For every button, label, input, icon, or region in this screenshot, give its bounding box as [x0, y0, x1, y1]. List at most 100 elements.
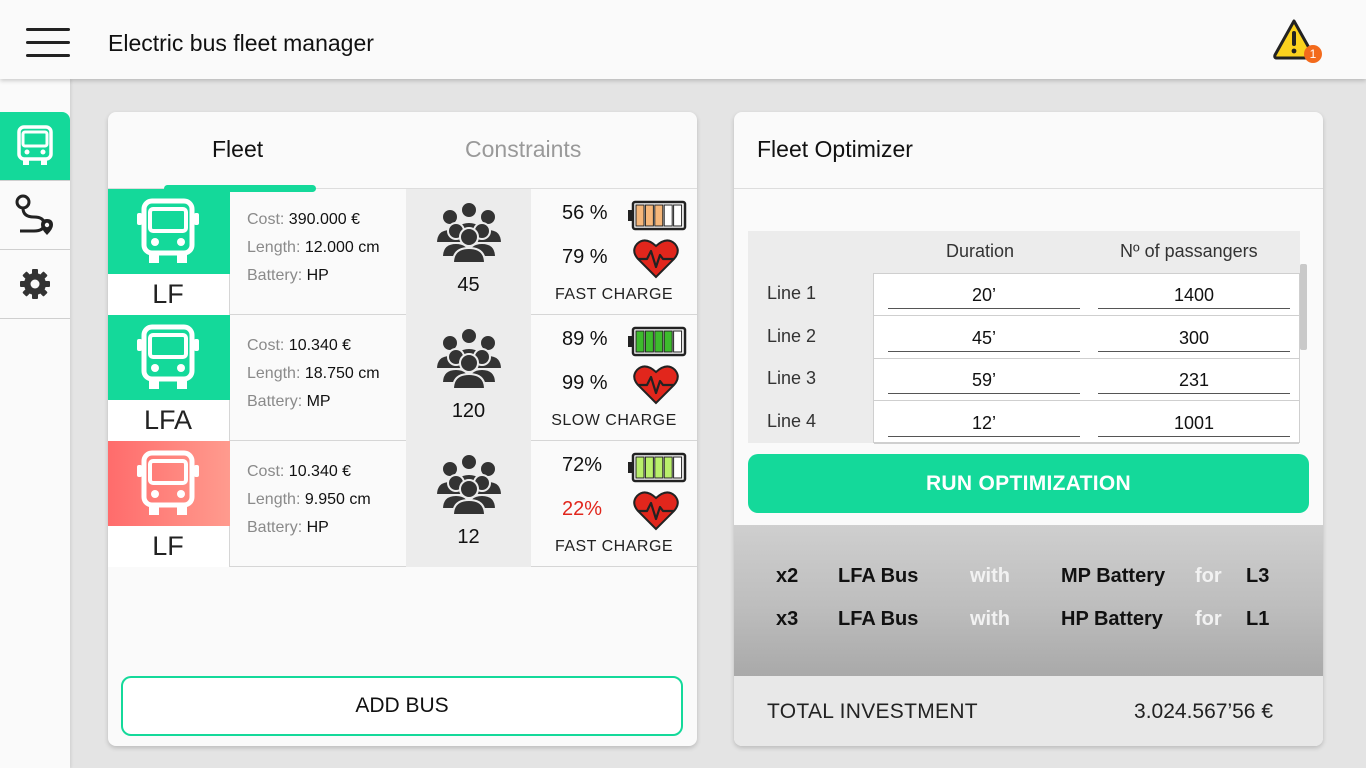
bus-status-tile — [108, 315, 230, 400]
line-label: Line 2 — [767, 325, 817, 346]
charge-type: FAST CHARGE — [554, 538, 674, 555]
gear-icon — [20, 269, 50, 299]
line-row — [874, 317, 1299, 359]
battery-health-percent: 99 % — [562, 372, 608, 394]
table-scrollbar[interactable] — [1300, 264, 1307, 350]
result-row: x2 LFA Bus with MP Battery for L3 — [734, 565, 1323, 595]
optimizer-title: Fleet Optimizer — [757, 136, 913, 162]
nav-item-routes[interactable] — [0, 181, 70, 250]
result-for: for — [1195, 565, 1222, 587]
bus-icon — [17, 125, 53, 165]
passenger-count: 12 — [457, 526, 480, 548]
bus-specs: Cost: 10.340 € Length: 18.750 cm Battery… — [230, 315, 406, 441]
battery-icon — [628, 452, 687, 483]
nav-item-fleet[interactable] — [0, 112, 70, 181]
result-bus: LFA Bus — [838, 565, 919, 587]
battery-label: Battery: — [247, 519, 303, 536]
passengers-icon — [434, 327, 504, 390]
result-bus: LFA Bus — [838, 608, 919, 630]
bus-passengers: 45 — [406, 189, 531, 315]
length-label: Length: — [247, 491, 301, 508]
bus-length: 12.000 cm — [304, 239, 380, 256]
charge-percent: 56 % — [562, 202, 608, 224]
charge-type: FAST CHARGE — [554, 286, 674, 303]
length-label: Length: — [247, 365, 301, 382]
tab-fleet[interactable]: Fleet — [212, 136, 263, 163]
charge-percent: 72% — [562, 454, 603, 476]
charge-percent: 89 % — [562, 328, 608, 350]
bus-charge-status: 72% 22% FAST CHARGE — [531, 441, 697, 567]
lines-table: Duration Nº of passangers Line 1 Line 2 Li… — [748, 231, 1300, 444]
result-line: L3 — [1246, 565, 1270, 587]
optimization-results: x2 LFA Bus with MP Battery for L3 x3 LFA… — [734, 525, 1323, 676]
battery-icon — [628, 200, 687, 231]
passengers-input[interactable] — [1098, 368, 1290, 394]
total-investment-label: TOTAL INVESTMENT — [767, 700, 978, 723]
duration-input[interactable] — [888, 283, 1080, 309]
duration-input[interactable] — [888, 368, 1080, 394]
result-for: for — [1195, 608, 1222, 630]
run-optimization-button[interactable]: RUN OPTIMIZATION — [748, 454, 1309, 513]
passengers-input[interactable] — [1098, 283, 1290, 309]
bus-battery: HP — [306, 519, 329, 536]
passenger-count: 120 — [451, 400, 486, 422]
bus-cost: 390.000 € — [288, 211, 360, 228]
bus-passengers: 120 — [406, 315, 531, 441]
battery-label: Battery: — [247, 393, 303, 410]
bus-row[interactable]: LFA Cost: 10.340 € Length: 18.750 cm Bat… — [108, 315, 697, 441]
bus-icon — [137, 324, 199, 389]
duration-input[interactable] — [888, 410, 1080, 437]
passengers-input[interactable] — [1098, 325, 1290, 352]
passengers-input[interactable] — [1098, 410, 1290, 437]
alert-count-badge: 1 — [1304, 45, 1322, 63]
duration-input[interactable] — [888, 325, 1080, 352]
fleet-panel: Fleet Constraints LF Cost: 390.000 € Len… — [108, 112, 697, 746]
battery-icon — [628, 326, 687, 357]
line-label: Line 1 — [767, 283, 817, 303]
side-nav — [0, 79, 70, 768]
bus-icon — [137, 198, 199, 263]
top-bar: Electric bus fleet manager 1 — [0, 0, 1366, 79]
passenger-count: 45 — [457, 274, 480, 296]
bus-type: LFA — [108, 400, 230, 441]
tab-constraints[interactable]: Constraints — [465, 136, 581, 163]
passengers-icon — [434, 201, 504, 264]
bus-row[interactable]: LF Cost: 10.340 € Length: 9.950 cm Batte… — [108, 441, 697, 567]
bus-battery: HP — [306, 267, 329, 284]
cost-label: Cost: — [247, 211, 285, 228]
battery-health-icon — [633, 365, 679, 405]
column-header-duration: Duration — [946, 241, 1015, 261]
bus-cost: 10.340 € — [288, 337, 352, 354]
result-quantity: x3 — [776, 608, 799, 630]
result-quantity: x2 — [776, 565, 799, 587]
battery-label: Battery: — [247, 267, 303, 284]
nav-item-settings[interactable] — [0, 250, 70, 319]
cost-label: Cost: — [247, 337, 285, 354]
battery-health-percent: 22% — [562, 498, 603, 520]
alert-button[interactable]: 1 — [1272, 18, 1324, 66]
battery-health-icon — [633, 239, 679, 279]
bus-type: LF — [108, 274, 230, 315]
result-battery: HP Battery — [1061, 608, 1163, 630]
result-with: with — [970, 565, 1010, 587]
lines-input-grid — [873, 273, 1300, 444]
battery-health-percent: 79 % — [562, 246, 608, 268]
bus-cost: 10.340 € — [288, 463, 352, 480]
route-icon — [15, 194, 53, 235]
total-investment-bar: TOTAL INVESTMENT 3.024.567’56 € — [734, 676, 1323, 746]
menu-icon[interactable] — [26, 28, 70, 58]
bus-length: 9.950 cm — [304, 491, 371, 508]
bus-row[interactable]: LF Cost: 390.000 € Length: 12.000 cm Bat… — [108, 189, 697, 315]
column-header-passengers: Nº of passangers — [1120, 241, 1258, 261]
bus-passengers: 12 — [406, 441, 531, 567]
add-bus-button[interactable]: ADD BUS — [121, 676, 683, 736]
optimizer-divider — [734, 188, 1323, 189]
bus-specs: Cost: 10.340 € Length: 9.950 cm Battery:… — [230, 441, 406, 567]
bus-type: LF — [108, 526, 230, 567]
bus-charge-status: 56 % 79 % FAST CHARGE — [531, 189, 697, 315]
cost-label: Cost: — [247, 463, 285, 480]
total-investment-value: 3.024.567’56 € — [1134, 700, 1273, 723]
bus-length: 18.750 cm — [304, 365, 380, 382]
line-row — [874, 402, 1299, 444]
bus-battery: MP — [306, 393, 331, 410]
